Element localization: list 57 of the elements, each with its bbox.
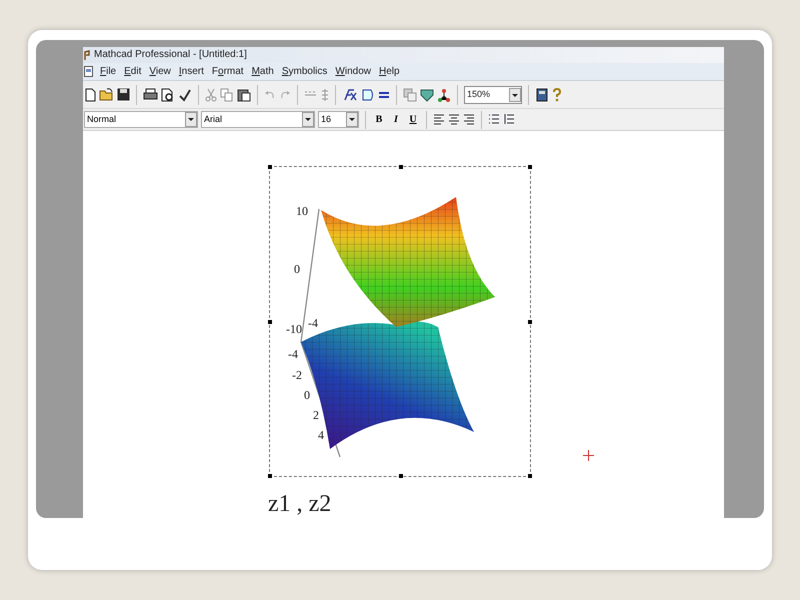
- resize-handle[interactable]: [528, 474, 532, 478]
- book-icon[interactable]: [535, 88, 549, 102]
- axis-tick-label: -4: [308, 317, 318, 329]
- resize-handle[interactable]: [268, 165, 272, 169]
- axis-tick-label: -4: [288, 348, 298, 360]
- bullet-list-icon[interactable]: [488, 114, 500, 125]
- plot-axis-label: z1 , z2: [268, 492, 332, 516]
- menu-item[interactable]: View: [149, 64, 171, 79]
- paste-icon[interactable]: [237, 88, 251, 102]
- document-icon: [84, 66, 93, 77]
- shield-icon[interactable]: [420, 88, 434, 102]
- menu-item[interactable]: Math: [252, 64, 274, 79]
- axis-tick-label: 10: [296, 205, 308, 217]
- axis-tick-label: -10: [286, 323, 302, 335]
- resize-handle[interactable]: [399, 474, 403, 478]
- align-right-icon[interactable]: [463, 114, 475, 125]
- function-icon[interactable]: [342, 88, 358, 102]
- tree-icon[interactable]: [437, 88, 451, 102]
- new-file-icon[interactable]: [85, 88, 96, 102]
- bold-button[interactable]: B: [372, 112, 386, 128]
- menu-item[interactable]: Insert: [178, 64, 204, 79]
- align-center-icon[interactable]: [448, 114, 460, 125]
- printer-icon[interactable]: [143, 88, 158, 101]
- print-preview-icon[interactable]: [161, 88, 175, 102]
- font-dropdown[interactable]: Arial: [201, 111, 315, 128]
- menu-item[interactable]: Format: [212, 64, 244, 79]
- open-folder-icon[interactable]: [99, 88, 114, 101]
- crosshair-cursor-icon: [583, 450, 594, 461]
- app-icon: [84, 50, 90, 60]
- plot-region[interactable]: 10 0 -10 -4 -4 -2 0 2 4: [269, 166, 531, 477]
- spell-check-icon[interactable]: [178, 88, 192, 102]
- menu-item[interactable]: Help: [378, 64, 400, 79]
- numbered-list-icon[interactable]: [503, 114, 515, 125]
- axis-tick-label: -2: [292, 369, 302, 381]
- equals-icon[interactable]: [378, 90, 390, 100]
- style-dropdown[interactable]: Normal: [84, 111, 198, 128]
- menu-item[interactable]: Symbolics: [282, 64, 328, 79]
- size-dropdown[interactable]: 16: [318, 111, 359, 128]
- menu-item[interactable]: File: [100, 64, 116, 79]
- unit-icon[interactable]: [361, 88, 375, 102]
- menu-item[interactable]: Edit: [124, 64, 142, 79]
- resize-handle[interactable]: [268, 320, 272, 324]
- resize-handle[interactable]: [399, 165, 403, 169]
- menu-item[interactable]: Window: [335, 64, 371, 79]
- save-icon[interactable]: [117, 88, 130, 101]
- resize-handle[interactable]: [268, 474, 272, 478]
- axis-tick-label: 2: [313, 409, 319, 421]
- align-left-icon[interactable]: [433, 114, 445, 125]
- italic-button[interactable]: I: [389, 112, 403, 128]
- zoom-dropdown[interactable]: 150%: [464, 86, 522, 104]
- axis-tick-label: 4: [318, 429, 324, 441]
- window-title: Mathcad Professional - [Untitled:1]: [94, 50, 247, 60]
- resize-handle[interactable]: [528, 165, 532, 169]
- underline-button[interactable]: U: [406, 112, 420, 128]
- axis-tick-label: 0: [294, 263, 300, 275]
- axis-tick-label: 0: [304, 389, 310, 401]
- resize-handle[interactable]: [528, 320, 532, 324]
